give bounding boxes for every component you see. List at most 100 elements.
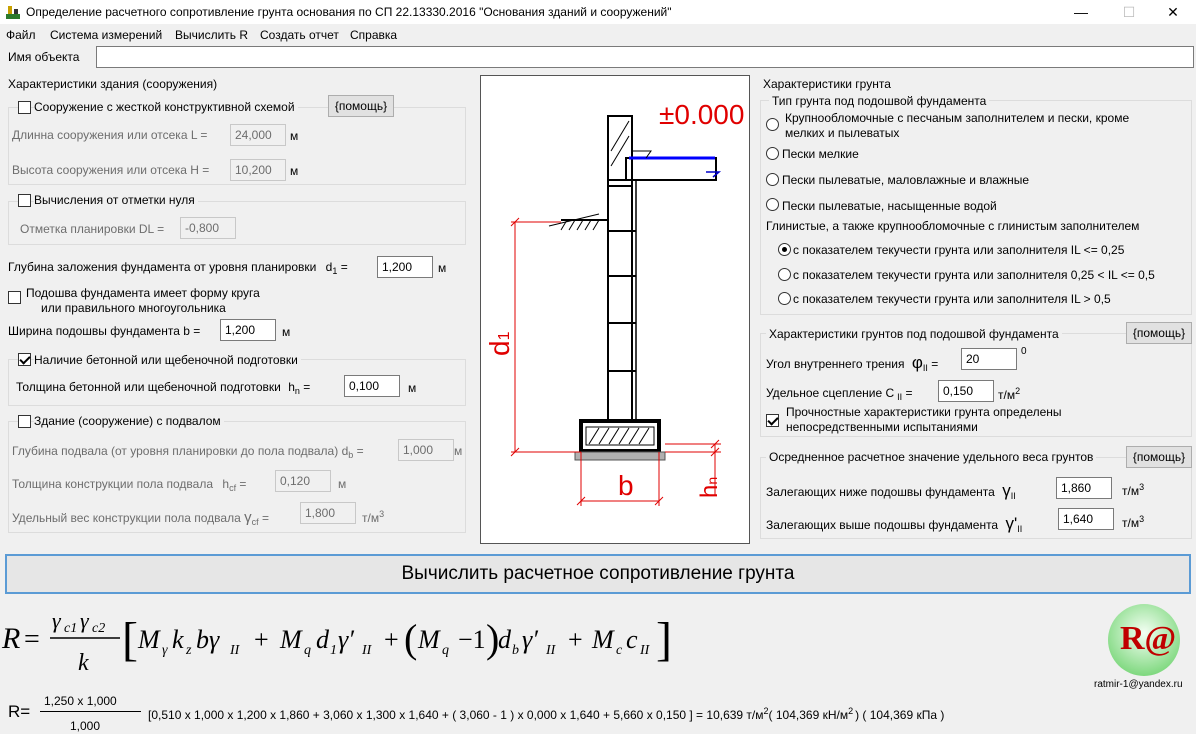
soil-opt3-radio[interactable] — [766, 173, 779, 186]
g-below-unit: т/м3 — [1122, 482, 1145, 498]
gamma-help-button[interactable]: {помощь} — [1126, 446, 1192, 468]
g-below-input[interactable] — [1056, 477, 1112, 499]
length-label: Длинна сооружения или отсека L = — [12, 128, 208, 142]
svg-text:+: + — [254, 625, 269, 654]
menu-help[interactable]: Справка — [350, 28, 397, 42]
svg-text:k: k — [172, 625, 184, 654]
hn-label: Толщина бетонной или щебеночной подготов… — [16, 380, 311, 396]
hcf-label: Толщина конструкции пола подвала hcf = — [12, 477, 247, 493]
svg-text:[: [ — [122, 613, 138, 666]
svg-text:d: d — [316, 625, 330, 654]
clay-opt2-radio[interactable] — [778, 268, 791, 281]
result-expression: [0,510 x 1,000 x 1,200 x 1,860 + 3,060 x… — [148, 706, 945, 722]
svg-text:z: z — [185, 643, 192, 658]
height-label: Высота сооружения или отсека H = — [12, 163, 210, 177]
svg-text:d: d — [498, 625, 512, 654]
c-label: Удельное сцепление C II = — [766, 386, 913, 402]
zero-checkbox[interactable] — [18, 194, 31, 207]
g-below-label: Залегающих ниже подошвы фундамента γII — [766, 481, 1016, 501]
height-input[interactable] — [230, 159, 286, 181]
svg-text:c1: c1 — [64, 621, 77, 636]
logo: R@ — [1092, 604, 1196, 680]
svg-text:(: ( — [404, 616, 417, 661]
d1-label: Глубина заложения фундамента от уровня п… — [8, 260, 348, 276]
circle-label-2: или правильного многоугольника — [41, 301, 226, 315]
svg-text:γ′: γ′ — [522, 625, 538, 654]
dl-label: Отметка планировки DL = — [20, 222, 165, 236]
svg-text:M: M — [591, 625, 615, 654]
calculate-button[interactable]: Вычислить расчетное сопротивление грунта — [5, 554, 1191, 594]
hcf-input[interactable] — [275, 470, 331, 492]
b-dimension-text: b — [618, 470, 634, 501]
basement-checkbox[interactable] — [18, 415, 31, 428]
soil-opt2-radio[interactable] — [766, 147, 779, 160]
minimize-button[interactable]: — — [1058, 0, 1104, 24]
soil-chars-title: Характеристики грунтов под подошвой фунд… — [766, 327, 1062, 341]
svg-text:II: II — [545, 643, 557, 658]
soil-type-title: Тип грунта под подошвой фундамента — [769, 94, 990, 108]
clay-opt1-label: с показателем текучести грунта или запол… — [793, 243, 1125, 257]
hn-input[interactable] — [344, 375, 400, 397]
gcf-unit: т/м3 — [362, 509, 385, 525]
svg-text:q: q — [442, 643, 449, 658]
tests-checkbox[interactable] — [766, 414, 779, 427]
clay-opt3-radio[interactable] — [778, 292, 791, 305]
tests-label-2: непосредственными испытаниями — [786, 420, 978, 434]
prep-checkbox[interactable] — [18, 353, 31, 366]
dl-input[interactable] — [180, 217, 236, 239]
svg-text:M: M — [279, 625, 303, 654]
object-name-input[interactable] — [96, 46, 1194, 68]
svg-text:b: b — [512, 643, 519, 658]
svg-text:γ: γ — [52, 608, 62, 633]
svg-text:R: R — [1, 622, 20, 655]
db-input[interactable] — [398, 439, 454, 461]
author-email: ratmir-1@yandex.ru — [1094, 679, 1183, 690]
soil-chars-help-button[interactable]: {помощь} — [1126, 322, 1192, 344]
object-name-label: Имя объекта — [8, 50, 80, 64]
menu-report[interactable]: Создать отчет — [260, 28, 339, 42]
rigid-checkbox[interactable] — [18, 101, 31, 114]
soil-opt3-label: Пески пылеватые, маловлажные и влажные — [782, 173, 1030, 187]
building-section-title: Характеристики здания (сооружения) — [8, 77, 218, 91]
g-above-label: Залегающих выше подошвы фундамента γ'II — [766, 514, 1023, 534]
tests-label-1: Прочностные характеристики грунта опреде… — [786, 405, 1062, 419]
d1-input[interactable] — [377, 256, 433, 278]
svg-text:II: II — [639, 643, 651, 658]
rigid-help-button[interactable]: {помощь} — [328, 95, 394, 117]
g-above-input[interactable] — [1058, 508, 1114, 530]
svg-text:bγ: bγ — [196, 625, 220, 654]
svg-text:c2: c2 — [92, 621, 105, 636]
c-unit: т/м2 — [998, 386, 1021, 402]
clay-opt1-radio[interactable] — [778, 243, 791, 256]
menu-units[interactable]: Система измерений — [50, 28, 162, 42]
logo-text: R@ — [1120, 620, 1177, 657]
svg-text:+: + — [384, 625, 399, 654]
close-button[interactable]: ✕ — [1150, 0, 1196, 24]
phi-unit: 0 — [1021, 346, 1027, 357]
clay-opt2-label: с показателем текучести грунта или запол… — [793, 268, 1155, 282]
maximize-button[interactable]: ☐ — [1106, 0, 1152, 24]
length-unit: м — [290, 129, 299, 143]
svg-text:−1: −1 — [458, 625, 486, 654]
result-numerator: 1,250 x 1,000 — [44, 694, 117, 708]
d1-dimension-text: d1 — [484, 331, 515, 356]
length-input[interactable] — [230, 124, 286, 146]
hn-unit: м — [408, 381, 417, 395]
svg-text:c: c — [626, 625, 638, 654]
basement-label: Здание (сооружение) с подвалом — [34, 414, 224, 428]
clay-title: Глинистые, а также крупнообломочные с гл… — [766, 219, 1140, 233]
gcf-input[interactable] — [300, 502, 356, 524]
soil-opt4-radio[interactable] — [766, 198, 779, 211]
hn-dimension-text: hn — [696, 477, 723, 498]
d1-unit: м — [438, 261, 447, 275]
menu-calc-r[interactable]: Вычислить R — [175, 28, 248, 42]
b-input[interactable] — [220, 319, 276, 341]
soil-opt1-radio[interactable] — [766, 118, 779, 131]
circle-checkbox[interactable] — [8, 291, 21, 304]
phi-input[interactable] — [961, 348, 1017, 370]
c-input[interactable] — [938, 380, 994, 402]
menu-file[interactable]: Файл — [6, 28, 36, 42]
soil-opt1-label-2: мелких и пылеватых — [785, 126, 900, 140]
svg-text:q: q — [304, 643, 311, 658]
prep-label: Наличие бетонной или щебеночной подготов… — [34, 353, 301, 367]
